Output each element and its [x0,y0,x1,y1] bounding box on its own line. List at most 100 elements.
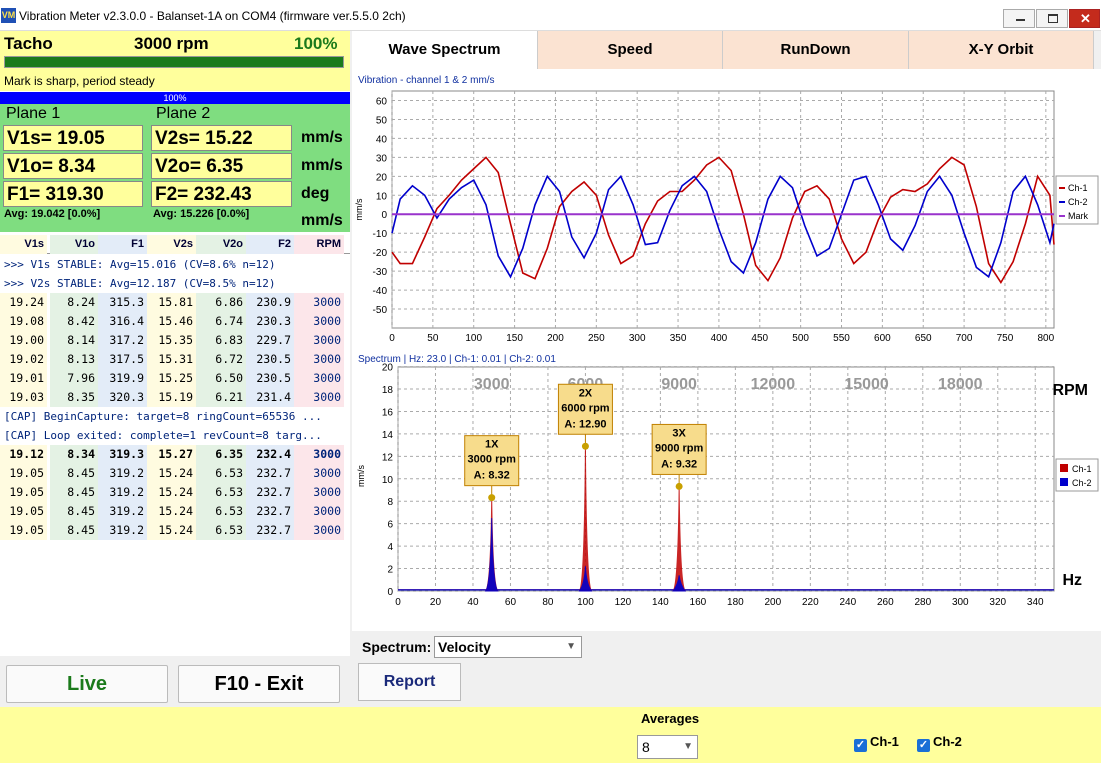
table-cell: 230.9 [246,293,294,312]
table-row: 19.08 8.42 316.4 15.46 6.74 230.3 3000 [0,312,348,331]
table-cell: 319.2 [98,483,147,502]
table-cell: 8.24 [50,293,98,312]
table-row: 19.03 8.35 320.3 15.19 6.21 231.4 3000 [0,388,348,407]
waveform-chart: Vibration - channel 1 & 2 mm/s0 50 100 150 2… [354,75,1099,344]
x-tick-label: 340 [1027,597,1044,608]
x-tick-label: 100 [577,597,594,608]
exit-button[interactable]: F10 - Exit [178,665,340,703]
table-cell: 230.3 [246,312,294,331]
annotation-rpm: 6000 rpm [561,402,610,414]
unit-label: mm/s [301,129,343,146]
left-button-bar: Live F10 - Exit [0,656,350,707]
table-cell: 19.24 [0,293,47,312]
table-header: V1s V1o F1 V2s V2o F2 RPM [0,235,350,254]
annotation-rpm: 3000 rpm [468,454,517,466]
y-tick-label: 20 [382,363,394,374]
table-row: 19.01 7.96 319.9 15.25 6.50 230.5 3000 [0,369,348,388]
tab-wave-spectrum[interactable]: Wave Spectrum [352,31,538,71]
v1o-value: V1o= 8.34 [3,153,143,179]
minimize-button[interactable] [1003,9,1035,28]
x-tick-label: 750 [997,333,1014,344]
plot-frame [391,90,1055,329]
plane2-avg: Avg: 15.226 [0.0%] [153,208,250,220]
averages-select[interactable]: 8 ▼ [637,735,698,759]
x-tick-label: 180 [727,597,744,608]
column-header: V1s [0,235,47,254]
plane1-avg: Avg: 19.042 [0.0%] [4,208,101,220]
rpm-tick-label: 15000 [844,376,889,393]
table-cell: 316.4 [98,312,147,331]
x-tick-label: 0 [395,597,401,608]
table-cell: 230.5 [246,369,294,388]
plane1-title: Plane 1 [6,105,61,122]
table-cell: 3000 [294,483,344,502]
log-message: >>> V1s STABLE: Avg=15.016 (CV=8.6% n=12… [4,258,276,271]
table-cell: 6.74 [196,312,246,331]
measurement-log[interactable]: >>> V1s STABLE: Avg=15.016 (CV=8.6% n=12… [0,255,348,655]
table-row: 19.05 8.45 319.2 15.24 6.53 232.7 3000 [0,483,348,502]
maximize-button[interactable] [1036,9,1068,28]
table-cell: 6.53 [196,464,246,483]
table-cell: 19.02 [0,350,47,369]
chart-title: Vibration - channel 1 & 2 mm/s [358,75,495,86]
live-button[interactable]: Live [6,665,168,703]
maximize-icon [1048,14,1058,23]
hz-axis-label: Hz [1062,572,1082,589]
legend-label: Ch-1 [1072,464,1092,474]
y-axis-label: mm/s [356,465,366,487]
x-tick-label: 0 [389,333,395,344]
column-header: F1 [98,235,147,254]
app-logo-icon: VM [1,8,16,23]
x-tick-label: 60 [505,597,517,608]
unit-label: mm/s [301,157,343,174]
x-tick-label: 400 [711,333,728,344]
y-tick-label: -30 [373,267,388,278]
tacho-progress-bar [4,56,344,68]
y-tick-label: 18 [382,385,394,396]
table-cell: 6.86 [196,293,246,312]
ch1-checkbox[interactable]: ✓ Ch-1 [854,734,899,752]
table-cell: 6.53 [196,483,246,502]
table-cell: 231.4 [246,388,294,407]
table-cell: 8.35 [50,388,98,407]
x-tick-label: 500 [792,333,809,344]
table-cell: 6.21 [196,388,246,407]
tacho-progress-fill [5,57,343,67]
table-cell: 319.2 [98,502,147,521]
chevron-down-icon: ▼ [566,641,576,652]
x-tick-label: 200 [765,597,782,608]
unit-label: deg [301,185,330,202]
table-cell: 3000 [294,502,344,521]
close-button[interactable]: ✕ [1069,9,1100,28]
x-tick-label: 120 [615,597,632,608]
annotation-amplitude: A: 9.32 [661,458,697,470]
x-tick-label: 280 [914,597,931,608]
ch2-checkbox[interactable]: ✓ Ch-2 [917,734,962,752]
table-cell: 15.24 [147,502,196,521]
table-cell: 19.05 [0,464,47,483]
table-cell: 3000 [294,464,344,483]
chart-area: Vibration - channel 1 & 2 mm/s 0 50 100 150 2… [352,69,1101,631]
annotation-amplitude: A: 12.90 [564,418,606,430]
tab-speed[interactable]: Speed [538,31,723,69]
table-cell: 15.25 [147,369,196,388]
legend-label: Ch-2 [1072,478,1092,488]
y-tick-label: 4 [387,542,393,553]
tab-rundown[interactable]: RunDown [723,31,909,69]
table-cell: 232.7 [246,521,294,540]
column-header: RPM [294,235,344,254]
report-button[interactable]: Report [358,663,461,701]
table-cell: 3000 [294,331,344,350]
legend-label: Ch-2 [1068,197,1088,207]
x-tick-label: 160 [690,597,707,608]
tab-xy-orbit[interactable]: X-Y Orbit [909,31,1094,69]
y-tick-label: 6 [387,520,393,531]
spectrum-select[interactable]: Velocity ▼ [434,636,582,658]
table-cell: 8.45 [50,521,98,540]
checkbox-check-icon: ✓ [854,739,867,752]
column-header: V2o [196,235,246,254]
table-cell: 3000 [294,445,344,464]
table-row: 19.05 8.45 319.2 15.24 6.53 232.7 3000 [0,521,348,540]
table-cell: 15.24 [147,464,196,483]
averages-label: Averages [641,711,700,726]
